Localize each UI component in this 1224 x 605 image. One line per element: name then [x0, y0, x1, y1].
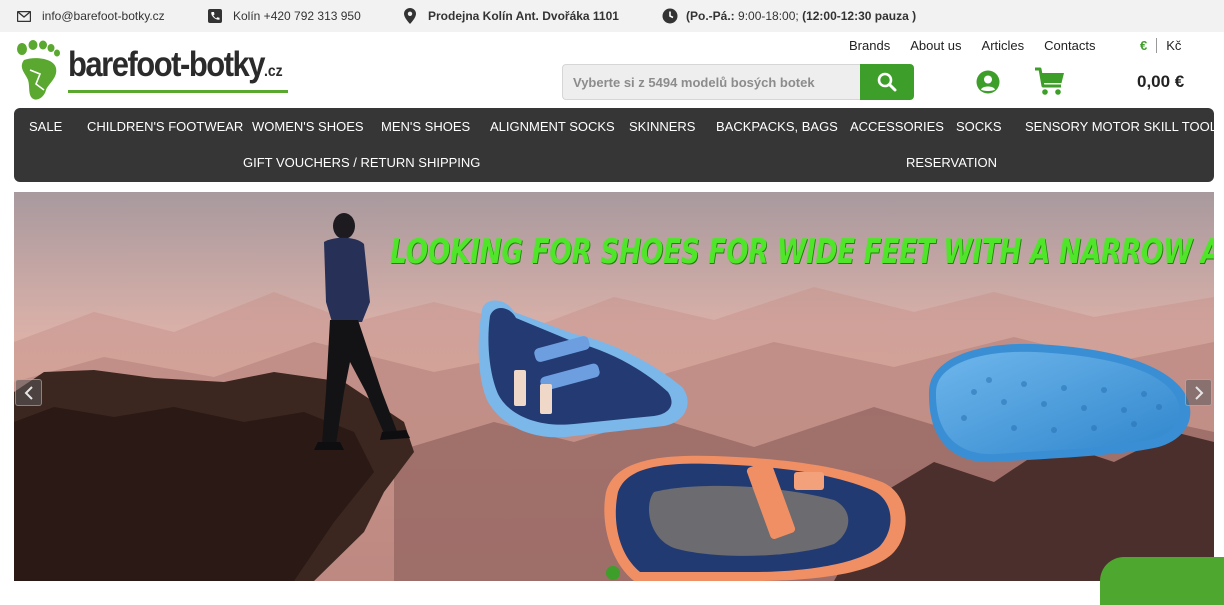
nav-gift-vouchers[interactable]: GIFT VOUCHERS / RETURN SHIPPING	[243, 155, 480, 171]
opening-hours: (Po.-Pá.: 9:00-18:00; (12:00-12:30 pauza…	[662, 0, 916, 32]
email-contact[interactable]: info@barefoot-botky.cz	[16, 0, 165, 32]
clock-icon	[662, 8, 678, 24]
link-contacts[interactable]: Contacts	[1044, 38, 1095, 53]
site-logo[interactable]: barefoot-botky.cz	[16, 40, 296, 100]
email-text[interactable]: info@barefoot-botky.cz	[42, 9, 165, 23]
link-brands[interactable]: Brands	[849, 38, 890, 53]
phone-text[interactable]: Kolín +420 792 313 950	[233, 9, 361, 23]
link-about-us[interactable]: About us	[910, 38, 961, 53]
main-navigation: SALE CHILDREN'S FOOTWEAR WOMEN'S SHOES M…	[14, 108, 1224, 182]
chevron-left-icon	[24, 385, 33, 400]
nav-sale[interactable]: SALE	[29, 119, 62, 135]
nav-accessories[interactable]: ACCESSORIES	[850, 119, 944, 135]
search-input[interactable]	[562, 64, 860, 100]
hours-prefix: (Po.-Pá.:	[686, 9, 735, 23]
nav-sensory-motor-skill-tools[interactable]: SENSORY MOTOR SKILL TOOLS	[1025, 119, 1224, 135]
slider-dot-active[interactable]	[606, 566, 620, 580]
user-account-button[interactable]	[976, 70, 1000, 94]
cart-button[interactable]	[1034, 67, 1066, 97]
nav-childrens-footwear[interactable]: CHILDREN'S FOOTWEAR	[87, 119, 243, 135]
phone-contact[interactable]: Kolín +420 792 313 950	[207, 0, 361, 32]
nav-alignment-socks[interactable]: ALIGNMENT SOCKS	[490, 119, 615, 135]
hours-main: 9:00-18:00;	[738, 9, 799, 23]
currency-czk[interactable]: Kč	[1157, 38, 1181, 53]
nav-socks[interactable]: SOCKS	[956, 119, 1002, 135]
chat-widget-button[interactable]	[1100, 557, 1224, 605]
nav-backpacks-bags[interactable]: BACKPACKS, BAGS	[716, 119, 838, 135]
search-bar	[562, 64, 914, 100]
currency-switcher: € Kč	[1140, 38, 1181, 53]
cart-icon	[1035, 67, 1064, 95]
top-info-bar: info@barefoot-botky.cz Kolín +420 792 31…	[0, 0, 1224, 32]
header-links: Brands About us Articles Contacts	[849, 38, 1095, 53]
phone-icon	[207, 8, 223, 24]
map-pin-icon	[402, 8, 418, 24]
hero-banner[interactable]: LOOKING FOR SHOES FOR WIDE FEET WITH A N…	[14, 192, 1214, 581]
slider-next-button[interactable]	[1185, 379, 1212, 406]
foot-logo-icon	[17, 40, 60, 100]
user-icon	[976, 70, 1000, 94]
search-icon	[877, 72, 897, 92]
cart-total[interactable]: 0,00 €	[1137, 72, 1184, 92]
currency-eur[interactable]: €	[1140, 38, 1158, 53]
logo-underline	[68, 90, 288, 93]
store-address: Prodejna Kolín Ant. Dvořáka 1101	[402, 0, 619, 32]
hours-break: (12:00-12:30 pauza )	[802, 9, 917, 23]
nav-womens-shoes[interactable]: WOMEN'S SHOES	[252, 119, 364, 135]
nav-skinners[interactable]: SKINNERS	[629, 119, 695, 135]
hero-headline: LOOKING FOR SHOES FOR WIDE FEET WITH A N…	[390, 232, 1214, 272]
nav-reservation[interactable]: RESERVATION	[906, 155, 997, 171]
logo-wordmark: barefoot-botky.cz	[68, 44, 283, 85]
nav-mens-shoes[interactable]: MEN'S SHOES	[381, 119, 470, 135]
chevron-right-icon	[1194, 385, 1203, 400]
search-button[interactable]	[860, 64, 914, 100]
slider-prev-button[interactable]	[15, 379, 42, 406]
store-text: Prodejna Kolín Ant. Dvořáka 1101	[428, 9, 619, 23]
envelope-icon	[16, 8, 32, 24]
link-articles[interactable]: Articles	[982, 38, 1025, 53]
